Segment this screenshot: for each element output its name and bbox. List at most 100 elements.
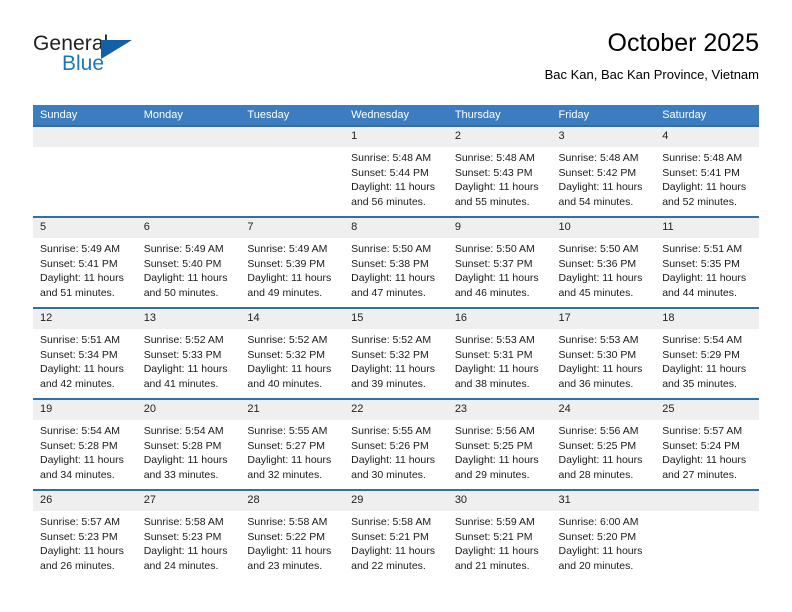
calendar-day-cell[interactable]: 11 Sunrise: 5:51 AM Sunset: 5:35 PM Dayligh…	[655, 216, 759, 308]
calendar-day-cell[interactable]: 27 Sunrise: 5:58 AM Sunset: 5:23 PM Dayligh…	[136, 489, 241, 580]
calendar-week-row: 26 Sunrise: 5:57 AM Sunset: 5:23 PM Dayligh…	[33, 489, 759, 580]
daylight-text-line1: Daylight: 11 hours	[662, 454, 747, 467]
daylight-text-line1: Daylight: 11 hours	[143, 272, 228, 285]
daylight-text-line2: and 32 minutes.	[247, 468, 323, 481]
calendar-day-cell[interactable]: 14 Sunrise: 5:52 AM Sunset: 5:32 PM Dayligh…	[240, 307, 345, 399]
calendar-day-cell[interactable]: 16 Sunrise: 5:53 AM Sunset: 5:31 PM Dayligh…	[447, 307, 552, 399]
daylight-text-line2: and 33 minutes.	[143, 468, 219, 481]
calendar-day-cell[interactable]: 20 Sunrise: 5:54 AM Sunset: 5:28 PM Dayligh…	[136, 398, 241, 490]
day-details: Sunrise: 5:54 AM Sunset: 5:28 PM Daylight:…	[137, 420, 241, 482]
daylight-text-line1: Daylight: 11 hours	[454, 545, 539, 558]
day-number: 26	[33, 491, 137, 511]
calendar-day-cell[interactable]: 5 Sunrise: 5:49 AM Sunset: 5:41 PM Daylight…	[33, 216, 137, 308]
day-number: 4	[655, 127, 759, 147]
sunset-text: Sunset: 5:29 PM	[662, 348, 740, 361]
sunrise-text: Sunrise: 5:55 AM	[351, 425, 432, 437]
sunset-text: Sunset: 5:27 PM	[247, 439, 326, 452]
calendar-day-cell[interactable]: 12 Sunrise: 5:51 AM Sunset: 5:34 PM Dayligh…	[33, 307, 137, 399]
calendar-day-cell[interactable]: 4 Sunrise: 5:48 AM Sunset: 5:41 PM Daylight…	[655, 125, 759, 217]
calendar-day-cell[interactable]: 21 Sunrise: 5:55 AM Sunset: 5:27 PM Dayligh…	[240, 398, 345, 490]
day-number	[33, 127, 137, 147]
sunrise-text: Sunrise: 5:49 AM	[40, 243, 120, 255]
calendar-day-cell[interactable]: 18 Sunrise: 5:54 AM Sunset: 5:29 PM Dayligh…	[655, 307, 759, 399]
sunrise-text: Sunrise: 5:49 AM	[143, 243, 224, 255]
day-details: Sunrise: 5:56 AM Sunset: 5:25 PM Daylight:…	[552, 420, 656, 482]
sunrise-text: Sunrise: 5:48 AM	[558, 152, 639, 164]
sunset-text: Sunset: 5:22 PM	[247, 530, 326, 543]
daylight-text-line2: and 55 minutes.	[454, 195, 530, 208]
daylight-text-line1: Daylight: 11 hours	[40, 363, 124, 376]
sunset-text: Sunset: 5:26 PM	[351, 439, 429, 452]
general-blue-logo[interactable]: General Blue	[33, 32, 233, 88]
calendar-week-row: 1 Sunrise: 5:48 AM Sunset: 5:44 PM Daylight…	[33, 125, 759, 217]
day-number: 2	[447, 127, 552, 147]
calendar-day-cell[interactable]: 29 Sunrise: 5:58 AM Sunset: 5:21 PM Dayligh…	[344, 489, 448, 580]
daylight-text-line1: Daylight: 11 hours	[247, 454, 332, 467]
day-number: 19	[33, 400, 137, 420]
day-details: Sunrise: 5:50 AM Sunset: 5:38 PM Daylight:…	[344, 238, 448, 300]
sunrise-text: Sunrise: 5:55 AM	[247, 425, 328, 437]
daylight-text-line2: and 52 minutes.	[662, 195, 737, 208]
calendar-day-cell[interactable]: 17 Sunrise: 5:53 AM Sunset: 5:30 PM Dayligh…	[551, 307, 656, 399]
calendar-day-cell[interactable]: 25 Sunrise: 5:57 AM Sunset: 5:24 PM Dayligh…	[655, 398, 759, 490]
sunset-text: Sunset: 5:21 PM	[351, 530, 429, 543]
day-details: Sunrise: 5:52 AM Sunset: 5:33 PM Daylight:…	[137, 329, 241, 391]
weekday-header-thursday: Thursday	[447, 105, 552, 126]
calendar-day-cell[interactable]: 28 Sunrise: 5:58 AM Sunset: 5:22 PM Dayligh…	[240, 489, 345, 580]
weekday-header-wednesday: Wednesday	[344, 105, 448, 126]
daylight-text-line1: Daylight: 11 hours	[662, 363, 747, 376]
calendar-day-cell[interactable]: 10 Sunrise: 5:50 AM Sunset: 5:36 PM Dayligh…	[551, 216, 656, 308]
daylight-text-line1: Daylight: 11 hours	[351, 454, 435, 467]
sunrise-text: Sunrise: 5:58 AM	[143, 516, 224, 528]
calendar-day-cell[interactable]: 26 Sunrise: 5:57 AM Sunset: 5:23 PM Dayligh…	[33, 489, 137, 580]
daylight-text-line2: and 27 minutes.	[662, 468, 737, 481]
calendar-day-cell[interactable]: 30 Sunrise: 5:59 AM Sunset: 5:21 PM Dayligh…	[447, 489, 552, 580]
page-header: General Blue October 2025 Bac Kan, Bac K…	[33, 28, 759, 98]
calendar-day-cell[interactable]: 24 Sunrise: 5:56 AM Sunset: 5:25 PM Dayligh…	[551, 398, 656, 490]
daylight-text-line2: and 21 minutes.	[454, 559, 530, 572]
sunrise-text: Sunrise: 5:48 AM	[351, 152, 432, 164]
calendar-day-cell[interactable]: 3 Sunrise: 5:48 AM Sunset: 5:42 PM Daylight…	[551, 125, 656, 217]
daylight-text-line1: Daylight: 11 hours	[558, 363, 643, 376]
calendar-day-cell[interactable]: 6 Sunrise: 5:49 AM Sunset: 5:40 PM Daylight…	[136, 216, 241, 308]
calendar-day-cell[interactable]: 8 Sunrise: 5:50 AM Sunset: 5:38 PM Daylight…	[344, 216, 448, 308]
calendar-body: 1 Sunrise: 5:48 AM Sunset: 5:44 PM Daylight…	[33, 125, 759, 580]
calendar-day-cell[interactable]: 31 Sunrise: 6:00 AM Sunset: 5:20 PM Dayligh…	[551, 489, 656, 580]
daylight-text-line1: Daylight: 11 hours	[351, 272, 435, 285]
day-details: Sunrise: 5:49 AM Sunset: 5:41 PM Daylight:…	[33, 238, 137, 300]
day-number: 20	[136, 400, 241, 420]
day-number: 12	[33, 309, 137, 329]
sunset-text: Sunset: 5:38 PM	[351, 257, 429, 270]
day-number	[136, 127, 241, 147]
daylight-text-line1: Daylight: 11 hours	[143, 454, 228, 467]
calendar-day-cell[interactable]: 13 Sunrise: 5:52 AM Sunset: 5:33 PM Dayligh…	[136, 307, 241, 399]
sunrise-text: Sunrise: 5:48 AM	[662, 152, 743, 164]
day-details: Sunrise: 5:51 AM Sunset: 5:34 PM Daylight:…	[33, 329, 137, 391]
day-number: 29	[344, 491, 448, 511]
calendar-day-cell[interactable]: 1 Sunrise: 5:48 AM Sunset: 5:44 PM Daylight…	[344, 125, 448, 217]
calendar-day-cell[interactable]: 19 Sunrise: 5:54 AM Sunset: 5:28 PM Dayligh…	[33, 398, 137, 490]
calendar-day-cell[interactable]: 15 Sunrise: 5:52 AM Sunset: 5:32 PM Dayligh…	[344, 307, 448, 399]
daylight-text-line1: Daylight: 11 hours	[454, 454, 539, 467]
daylight-text-line2: and 49 minutes.	[247, 286, 323, 299]
sunset-text: Sunset: 5:41 PM	[40, 257, 118, 270]
daylight-text-line2: and 54 minutes.	[558, 195, 634, 208]
daylight-text-line2: and 29 minutes.	[454, 468, 530, 481]
calendar-day-cell[interactable]: 9 Sunrise: 5:50 AM Sunset: 5:37 PM Daylight…	[447, 216, 552, 308]
day-number: 30	[447, 491, 552, 511]
calendar-day-cell-empty	[33, 125, 137, 217]
daylight-text-line2: and 39 minutes.	[351, 377, 426, 390]
day-details: Sunrise: 5:58 AM Sunset: 5:23 PM Daylight:…	[137, 511, 241, 573]
daylight-text-line1: Daylight: 11 hours	[662, 181, 747, 194]
calendar-day-cell[interactable]: 7 Sunrise: 5:49 AM Sunset: 5:39 PM Daylight…	[240, 216, 345, 308]
calendar-day-cell[interactable]: 23 Sunrise: 5:56 AM Sunset: 5:25 PM Dayligh…	[447, 398, 552, 490]
calendar-day-cell[interactable]: 22 Sunrise: 5:55 AM Sunset: 5:26 PM Dayligh…	[344, 398, 448, 490]
day-details: Sunrise: 5:50 AM Sunset: 5:36 PM Daylight:…	[552, 238, 656, 300]
day-details: Sunrise: 5:48 AM Sunset: 5:42 PM Daylight:…	[552, 147, 656, 209]
calendar-day-cell[interactable]: 2 Sunrise: 5:48 AM Sunset: 5:43 PM Daylight…	[447, 125, 552, 217]
sunrise-text: Sunrise: 5:53 AM	[558, 334, 639, 346]
daylight-text-line2: and 40 minutes.	[247, 377, 323, 390]
day-number: 11	[655, 218, 759, 238]
daylight-text-line1: Daylight: 11 hours	[40, 545, 124, 558]
day-number: 9	[447, 218, 552, 238]
